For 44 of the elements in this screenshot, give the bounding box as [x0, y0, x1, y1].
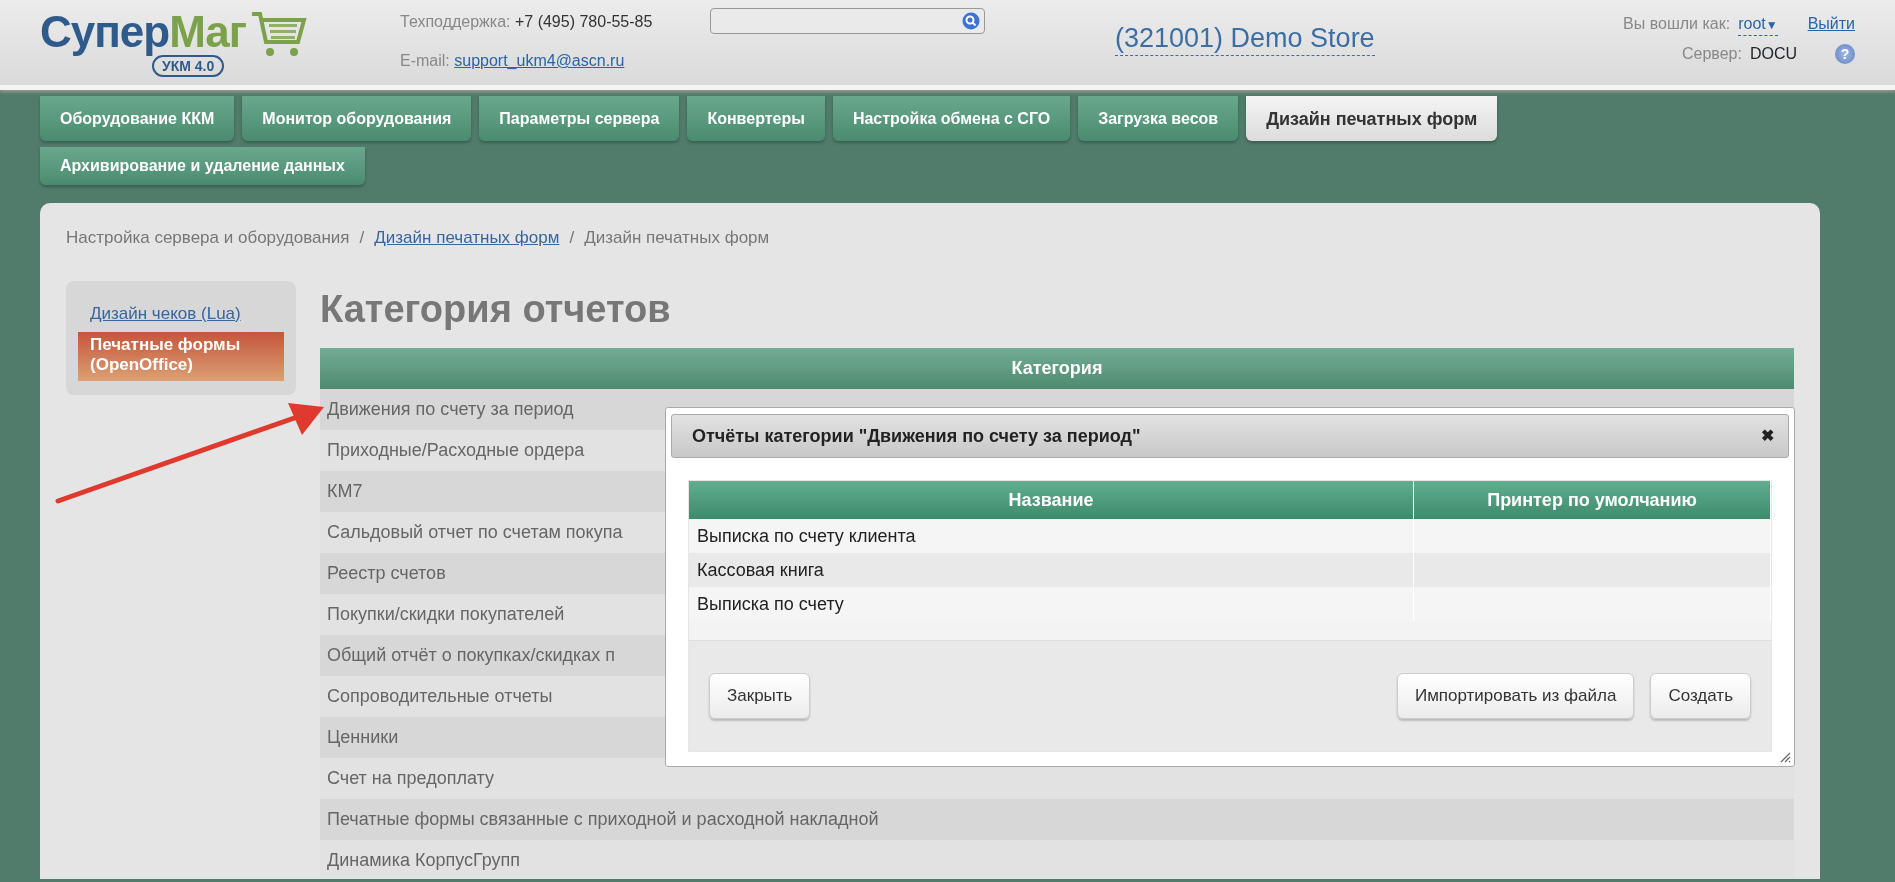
breadcrumb-separator: / — [569, 227, 575, 249]
report-name-cell[interactable]: Выписка по счету — [689, 587, 1414, 621]
nav-tab[interactable]: Оборудование ККМ — [40, 96, 235, 141]
page-title: Категория отчетов — [320, 286, 672, 332]
column-header: Принтер по умолчанию — [1413, 481, 1771, 519]
close-button[interactable]: ✖ — [1761, 424, 1774, 448]
nav-tab[interactable]: Дизайн печатных форм — [1246, 96, 1498, 141]
nav-tab[interactable]: Конвертеры — [687, 96, 825, 141]
sidebar-item[interactable]: Дизайн чеков (Lua) — [78, 300, 284, 332]
nav-tab[interactable]: Архивирование и удаление данных — [40, 147, 365, 185]
resize-grip-icon[interactable] — [1779, 751, 1791, 763]
dialog-button[interactable]: Импортировать из файла — [1396, 673, 1635, 719]
nav-tab[interactable]: Монитор оборудования — [242, 96, 472, 141]
email-label: E-mail: — [400, 52, 450, 69]
support-phone: +7 (495) 780-55-85 — [514, 13, 653, 30]
store-selector[interactable]: (321001) Demo Store — [1115, 22, 1375, 56]
search-field[interactable] — [710, 8, 985, 34]
dialog-title: Отчёты категории "Движения по счету за период" — [692, 424, 1141, 448]
logout-link[interactable]: Выйти — [1807, 14, 1855, 36]
server-label: Сервер: — [1681, 44, 1742, 64]
sidebar-item[interactable]: Печатные формы (OpenOffice) — [78, 332, 284, 381]
breadcrumb-item: Дизайн печатных форм — [584, 227, 770, 249]
category-row[interactable]: Печатные формы связанные с приходной и расходной накладной — [320, 799, 1794, 841]
nav-tab[interactable]: Параметры сервера — [479, 96, 680, 141]
breadcrumb-separator: / — [359, 227, 365, 249]
logo-text: СуперМаг — [40, 10, 247, 54]
dialog-button[interactable]: Закрыть — [709, 673, 811, 719]
server-name: DOCU — [1749, 44, 1797, 64]
dialog-button[interactable]: Создать — [1650, 673, 1751, 719]
help-icon[interactable]: ? — [1835, 44, 1855, 64]
user-menu[interactable]: root▼ — [1738, 14, 1778, 36]
breadcrumb-link[interactable]: Дизайн печатных форм — [374, 225, 560, 251]
support-label: Техподдержка: — [400, 13, 511, 30]
version-badge: УКМ 4.0 — [151, 55, 225, 77]
user-label: Вы вошли как: — [1623, 14, 1731, 34]
breadcrumb-item: Настройка сервера и оборудования — [66, 227, 350, 249]
email-link[interactable]: support_ukm4@ascn.ru — [454, 52, 625, 69]
report-name-cell[interactable]: Выписка по счету клиента — [689, 519, 1414, 553]
report-name-cell[interactable]: Кассовая книга — [689, 553, 1414, 587]
nav-tab[interactable]: Загрузка весов — [1078, 96, 1239, 141]
column-header: Название — [689, 481, 1414, 519]
search-icon[interactable] — [962, 12, 980, 30]
nav-tab[interactable]: Настройка обмена с СГО — [832, 96, 1071, 141]
column-header: Категория — [320, 348, 1794, 390]
